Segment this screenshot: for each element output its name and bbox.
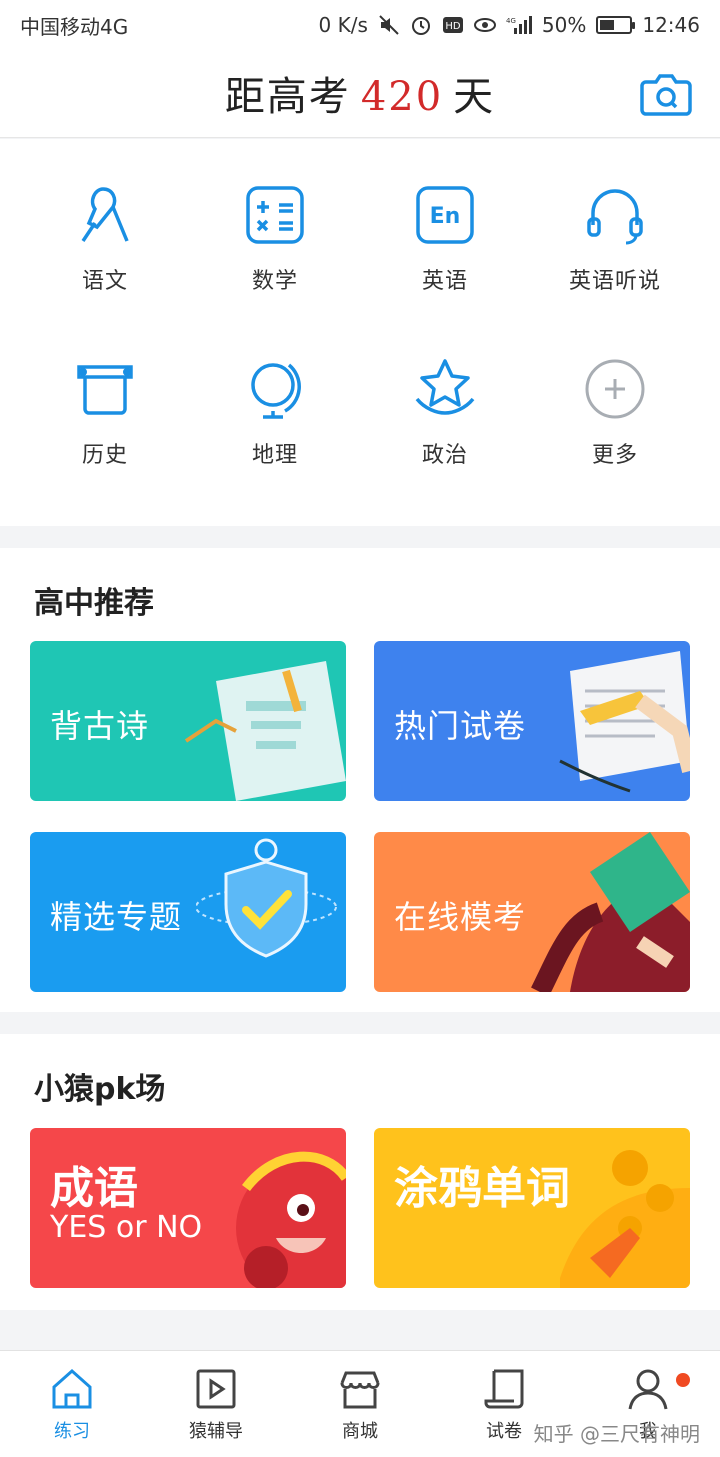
svg-text:HD: HD xyxy=(445,21,461,32)
poem-scroll-illustration xyxy=(184,661,346,801)
card-label: 在线模考 xyxy=(394,898,527,936)
subject-chinese[interactable]: 语文 xyxy=(30,139,180,294)
app-header: 距高考 420 天 xyxy=(0,50,720,138)
card-online-exam[interactable]: 在线模考 xyxy=(374,832,690,992)
countdown-days: 420 xyxy=(360,74,444,120)
history-icon xyxy=(77,365,133,415)
math-icon xyxy=(246,186,304,244)
subject-more[interactable]: 更多 xyxy=(540,313,690,468)
card-label: 精选专题 xyxy=(50,898,183,936)
status-right: 0 K/s HD 4G 50% 12:46 xyxy=(319,13,700,37)
paper-highlighter-illustration xyxy=(559,651,690,793)
subject-label: 历史 xyxy=(81,443,128,468)
chinese-icon xyxy=(81,187,129,242)
home-icon xyxy=(52,1368,92,1409)
user-icon xyxy=(628,1369,668,1410)
countdown-suffix: 天 xyxy=(453,74,496,120)
card-poems[interactable]: 背古诗 xyxy=(30,641,346,801)
recommend-section: 高中推荐 背古诗 热门试卷 精选专题 在线模考 xyxy=(0,548,720,1012)
card-idiom-game[interactable]: 成语 YES or NO xyxy=(30,1128,346,1288)
subject-label: 地理 xyxy=(251,443,298,468)
subject-politics[interactable]: 政治 xyxy=(370,313,520,468)
subject-label: 数学 xyxy=(251,269,298,294)
globe-icon xyxy=(251,363,301,419)
subject-geography[interactable]: 地理 xyxy=(200,313,350,468)
card-doodle-words[interactable]: 涂鸦单词 xyxy=(374,1128,690,1288)
subject-label: 更多 xyxy=(591,443,638,468)
status-bar: 中国移动4G 0 K/s HD 4G 50% 12:46 xyxy=(0,0,720,50)
section-title: 高中推荐 xyxy=(34,586,154,621)
card-featured-topics[interactable]: 精选专题 xyxy=(30,832,346,992)
headphones-icon xyxy=(587,189,643,245)
scroll-icon xyxy=(484,1369,524,1409)
countdown-prefix: 距高考 xyxy=(224,74,351,120)
nav-label: 练习 xyxy=(54,1421,90,1442)
monkey-mascot-illustration xyxy=(236,1151,346,1288)
subject-label: 政治 xyxy=(421,443,468,468)
notification-dot xyxy=(676,1373,690,1387)
watermark: 知乎 @三尺有神明 xyxy=(533,1422,700,1446)
card-subtitle: YES or NO xyxy=(50,1210,203,1245)
subject-grid: 语文 数学 En 英语 英语听说 历史 地理 政治 更多 xyxy=(0,139,720,526)
battery-fill xyxy=(600,20,615,30)
hd-icon: HD xyxy=(442,17,463,33)
subject-label: 英语 xyxy=(421,269,468,294)
subject-english[interactable]: En 英语 xyxy=(370,139,520,294)
clock: 12:46 xyxy=(642,13,700,37)
signal-icon: 4G xyxy=(506,16,532,34)
nav-shop[interactable]: 商城 xyxy=(288,1351,432,1457)
nav-label: 猿辅导 xyxy=(189,1421,243,1442)
nav-tutoring[interactable]: 猿辅导 xyxy=(144,1351,288,1457)
play-icon xyxy=(196,1369,236,1409)
subject-english-listening[interactable]: 英语听说 xyxy=(540,139,690,294)
star-icon xyxy=(415,359,475,415)
subject-math[interactable]: 数学 xyxy=(200,139,350,294)
eye-icon xyxy=(473,18,496,32)
subject-label: 语文 xyxy=(81,269,128,294)
paint-palette-illustration xyxy=(560,1150,690,1288)
alarm-icon xyxy=(411,17,430,35)
mute-icon xyxy=(379,15,399,35)
svg-text:4G: 4G xyxy=(506,17,516,25)
nav-label: 商城 xyxy=(342,1421,378,1442)
pk-section: 小猿pk场 成语 YES or NO 涂鸦单词 xyxy=(0,1034,720,1310)
card-label: 背古诗 xyxy=(50,707,150,745)
battery-icon xyxy=(596,16,636,34)
svg-text:En: En xyxy=(430,204,461,229)
shield-check-illustration xyxy=(196,838,337,958)
english-icon: En xyxy=(416,186,474,244)
network-speed: 0 K/s xyxy=(318,13,368,37)
card-hot-papers[interactable]: 热门试卷 xyxy=(374,641,690,801)
battery-percent: 50% xyxy=(541,13,587,37)
card-title: 涂鸦单词 xyxy=(394,1163,570,1214)
card-title: 成语 xyxy=(50,1163,138,1214)
countdown-title: 距高考 420 天 xyxy=(0,64,720,122)
nav-practice[interactable]: 练习 xyxy=(0,1351,144,1457)
plus-icon xyxy=(585,359,645,419)
subject-label: 英语听说 xyxy=(568,269,661,294)
subject-history[interactable]: 历史 xyxy=(30,313,180,468)
card-label: 热门试卷 xyxy=(394,707,527,745)
shop-icon xyxy=(340,1371,380,1409)
section-title: 小猿pk场 xyxy=(34,1072,166,1107)
camera-icon[interactable] xyxy=(640,72,692,116)
carrier-label: 中国移动4G xyxy=(20,14,129,39)
